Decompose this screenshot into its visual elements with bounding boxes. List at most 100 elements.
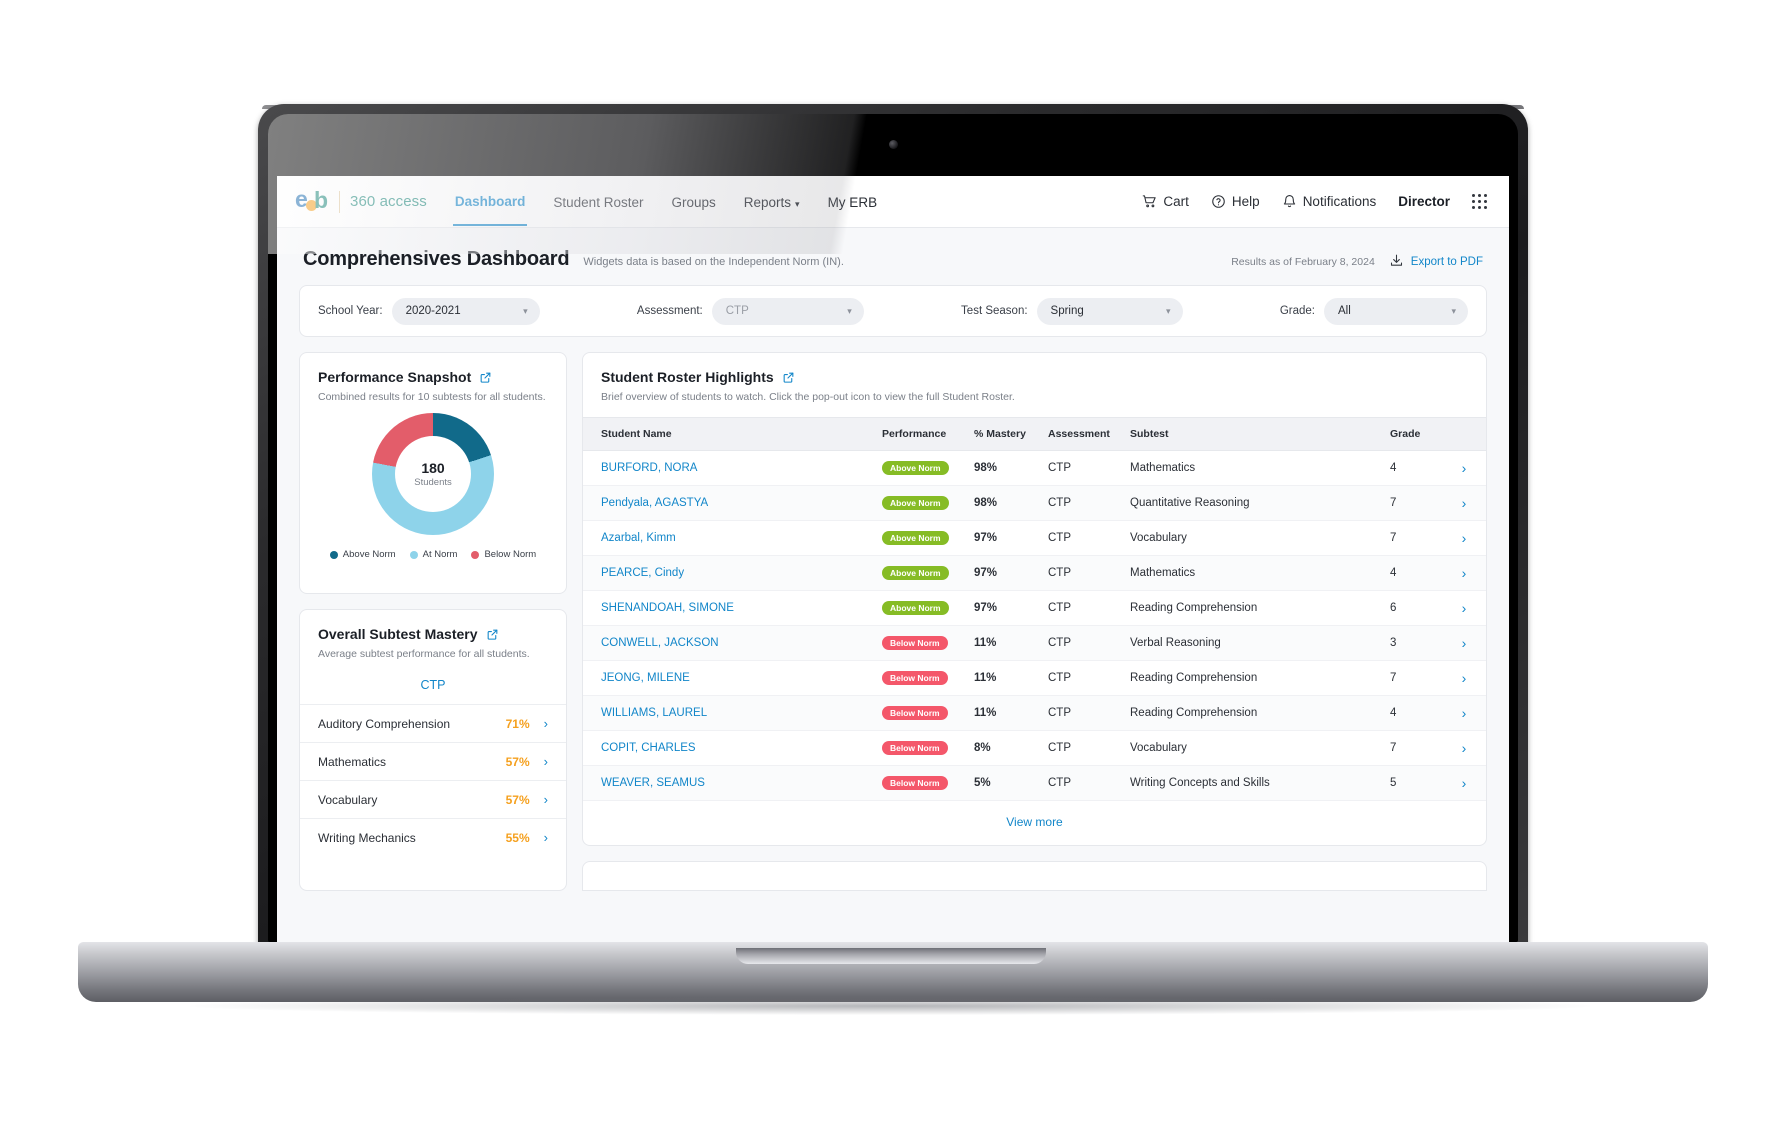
table-row[interactable]: BURFORD, NORA Above Norm 98% CTP Mathema… <box>583 450 1486 486</box>
chevron-right-icon[interactable]: › <box>1442 485 1486 521</box>
page-title: Comprehensives Dashboard <box>303 248 570 270</box>
chevron-right-icon[interactable]: › <box>1442 590 1486 626</box>
performance-snapshot-title: Performance Snapshot <box>318 369 472 385</box>
nav-item-groups[interactable]: Groups <box>669 179 717 225</box>
table-row[interactable]: WILLIAMS, LAUREL Below Norm 11% CTP Read… <box>583 695 1486 731</box>
mastery-row-vocabulary[interactable]: Vocabulary 57% › <box>300 780 566 818</box>
table-row[interactable]: Pendyala, AGASTYA Above Norm 98% CTP Qua… <box>583 485 1486 521</box>
grid-apps-icon[interactable] <box>1472 194 1487 209</box>
chevron-right-icon[interactable]: › <box>1442 625 1486 661</box>
chevron-right-icon: › <box>543 716 548 731</box>
mastery-assessment-label: CTP <box>420 678 446 692</box>
column-assessment[interactable]: Assessment <box>1040 417 1122 451</box>
nav-item-student-roster[interactable]: Student Roster <box>551 179 645 225</box>
help-button[interactable]: Help <box>1211 194 1260 209</box>
laptop-shadow <box>190 997 1590 1015</box>
mastery-row-writing-mechanics[interactable]: Writing Mechanics 55% › <box>300 818 566 856</box>
student-name-link[interactable]: WEAVER, SEAMUS <box>601 777 705 789</box>
assessment-value: CTP <box>1040 660 1122 696</box>
brand-logo[interactable]: e b 360 access <box>295 188 427 215</box>
mastery-value: 97% <box>966 520 1040 556</box>
column-subtest[interactable]: Subtest <box>1122 417 1382 451</box>
test-season-select[interactable]: Spring ▾ <box>1036 297 1183 325</box>
grade-value: 3 <box>1382 625 1442 661</box>
mastery-subtitle: Average subtest performance for all stud… <box>318 648 530 660</box>
chevron-right-icon[interactable]: › <box>1442 695 1486 731</box>
chevron-right-icon[interactable]: › <box>1442 765 1486 801</box>
column-grade[interactable]: Grade <box>1382 417 1442 451</box>
assessment-value: CTP <box>1040 485 1122 521</box>
mastery-title: Overall Subtest Mastery <box>318 626 478 642</box>
chevron-right-icon[interactable]: › <box>1442 660 1486 696</box>
grid-dot <box>1484 194 1487 197</box>
export-to-pdf-label: Export to PDF <box>1410 256 1483 268</box>
column-performance[interactable]: Performance <box>874 417 966 451</box>
table-row[interactable]: COPIT, CHARLES Below Norm 8% CTP Vocabul… <box>583 730 1486 766</box>
logo-divider <box>339 190 340 213</box>
mastery-row-auditory-comprehension[interactable]: Auditory Comprehension 71% › <box>300 704 566 742</box>
grid-dot <box>1478 206 1481 209</box>
chevron-down-icon: ▾ <box>523 305 528 316</box>
chevron-right-icon[interactable]: › <box>1442 520 1486 556</box>
grid-dot <box>1472 206 1475 209</box>
popout-icon[interactable] <box>479 371 492 384</box>
user-role-label[interactable]: Director <box>1398 194 1450 209</box>
table-row[interactable]: JEONG, MILENE Below Norm 11% CTP Reading… <box>583 660 1486 696</box>
table-row[interactable]: PEARCE, Cindy Above Norm 97% CTP Mathema… <box>583 555 1486 591</box>
page-header: Comprehensives Dashboard Widgets data is… <box>299 248 1487 285</box>
mastery-row-mathematics[interactable]: Mathematics 57% › <box>300 742 566 780</box>
chevron-right-icon[interactable]: › <box>1442 450 1486 486</box>
student-name-link[interactable]: CONWELL, JACKSON <box>601 637 719 649</box>
subtest-value: Vocabulary <box>1122 520 1382 556</box>
table-row[interactable]: Azarbal, Kimm Above Norm 97% CTP Vocabul… <box>583 520 1486 556</box>
filter-assessment: Assessment: CTP ▾ <box>636 297 864 325</box>
table-row[interactable]: CONWELL, JACKSON Below Norm 11% CTP Verb… <box>583 625 1486 661</box>
school-year-select[interactable]: 2020-2021 ▾ <box>391 297 540 325</box>
legend-item-at-norm: At Norm <box>409 549 457 560</box>
mastery-value: 98% <box>966 485 1040 521</box>
performance-donut-chart: 180 Students <box>372 413 494 535</box>
notifications-button[interactable]: Notifications <box>1282 194 1376 209</box>
chevron-right-icon[interactable]: › <box>1442 555 1486 591</box>
column-mastery[interactable]: % Mastery <box>966 417 1040 451</box>
cart-label: Cart <box>1163 194 1189 209</box>
student-name-link[interactable]: BURFORD, NORA <box>601 462 697 474</box>
popout-icon[interactable] <box>782 371 795 384</box>
grade-value: 7 <box>1382 660 1442 696</box>
column-student-name[interactable]: Student Name <box>583 417 874 451</box>
nav-item-reports[interactable]: Reports ▾ <box>742 179 802 225</box>
assessment-value: CTP <box>1040 625 1122 661</box>
screen-content: e b 360 access Dashboard Student Roster … <box>277 176 1509 942</box>
view-more-link[interactable]: View more <box>583 801 1486 845</box>
student-name-link[interactable]: Pendyala, AGASTYA <box>601 497 708 509</box>
laptop-mockup: e b 360 access Dashboard Student Roster … <box>0 0 1782 1125</box>
performance-snapshot-title-row: Performance Snapshot <box>318 369 548 385</box>
cart-button[interactable]: Cart <box>1142 194 1189 209</box>
bell-icon <box>1282 194 1297 209</box>
table-row[interactable]: WEAVER, SEAMUS Below Norm 5% CTP Writing… <box>583 765 1486 801</box>
page-header-actions: Results as of February 8, 2024 Export to… <box>1231 253 1483 271</box>
student-name-link[interactable]: PEARCE, Cindy <box>601 567 684 579</box>
mastery-title-row: Overall Subtest Mastery <box>318 626 548 642</box>
chevron-right-icon: › <box>543 754 548 769</box>
grade-select[interactable]: All ▾ <box>1324 297 1469 325</box>
student-name-link[interactable]: Azarbal, Kimm <box>601 532 676 544</box>
grade-value: 7 <box>1382 485 1442 521</box>
student-name-link[interactable]: WILLIAMS, LAUREL <box>601 707 707 719</box>
student-name-link[interactable]: JEONG, MILENE <box>601 672 690 684</box>
roster-table-body: BURFORD, NORA Above Norm 98% CTP Mathema… <box>583 450 1486 801</box>
popout-icon[interactable] <box>486 628 499 641</box>
export-to-pdf-button[interactable]: Export to PDF <box>1389 253 1483 271</box>
student-name-link[interactable]: SHENANDOAH, SIMONE <box>601 602 734 614</box>
legend-item-below-norm: Below Norm <box>471 549 536 560</box>
assessment-select[interactable]: CTP ▾ <box>711 297 864 325</box>
mastery-pct: 57% <box>505 754 530 769</box>
chevron-right-icon[interactable]: › <box>1442 730 1486 766</box>
grade-value: 4 <box>1382 555 1442 591</box>
table-row[interactable]: SHENANDOAH, SIMONE Above Norm 97% CTP Re… <box>583 590 1486 626</box>
filter-assessment-label: Assessment: <box>636 305 703 317</box>
nav-item-dashboard[interactable]: Dashboard <box>452 178 528 226</box>
student-name-link[interactable]: COPIT, CHARLES <box>601 742 696 754</box>
product-name: 360 access <box>350 193 427 210</box>
nav-item-my-erb[interactable]: My ERB <box>826 179 880 225</box>
